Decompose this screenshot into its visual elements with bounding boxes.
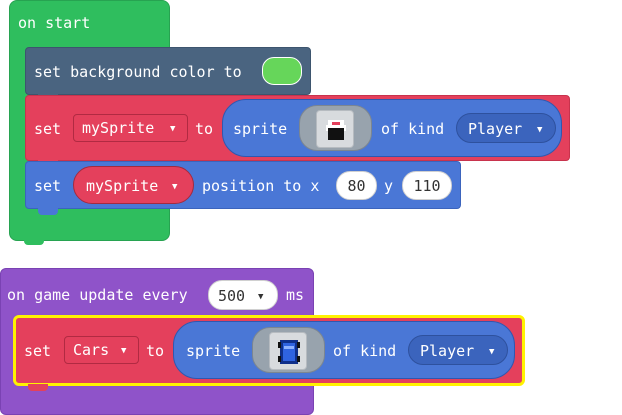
y-label: y: [384, 177, 394, 195]
car-sprite-icon: [278, 340, 300, 364]
sprite-label: sprite: [233, 120, 288, 138]
of-kind-label: of kind: [333, 342, 397, 360]
set-background-color-label: set background color to: [34, 63, 242, 81]
block-notch: [38, 208, 58, 215]
sprite-image-slot[interactable]: [299, 105, 372, 151]
player-sprite-icon: [326, 120, 346, 140]
sprite-image-slot[interactable]: [252, 327, 325, 373]
sprite-label: sprite: [186, 342, 241, 360]
on-start-label: on start: [18, 14, 91, 32]
set-label: set: [34, 177, 62, 195]
variable-dropdown[interactable]: Cars ▼: [64, 336, 139, 364]
car-sprite-icon[interactable]: [269, 332, 307, 370]
to-label: to: [195, 120, 214, 138]
interval-unit-label: ms: [286, 286, 305, 304]
background-color-swatch[interactable]: [262, 57, 302, 85]
interval-dropdown[interactable]: 500 ▼: [208, 280, 278, 310]
caret-down-icon: ▼: [258, 292, 264, 302]
player-sprite-icon[interactable]: [316, 110, 354, 148]
caret-down-icon: ▼: [172, 182, 178, 192]
to-label: to: [146, 342, 165, 360]
set-label: set: [24, 342, 52, 360]
variable-name: Cars: [73, 341, 110, 359]
on-game-update-label: on game update every: [7, 286, 188, 304]
interval-value: 500: [218, 287, 246, 305]
x-value: 80: [347, 177, 366, 195]
block-notch: [28, 384, 48, 391]
position-to-x-label: position to x: [202, 177, 320, 195]
caret-down-icon: ▼: [537, 125, 543, 135]
y-value: 110: [413, 177, 441, 195]
x-input[interactable]: 80: [336, 171, 377, 200]
variable-dropdown[interactable]: mySprite ▼: [73, 166, 194, 204]
variable-name: mySprite: [82, 119, 155, 137]
variable-dropdown[interactable]: mySprite ▼: [73, 114, 188, 142]
caret-down-icon: ▼: [170, 124, 176, 134]
kind-name: Player: [420, 342, 475, 360]
kind-name: Player: [468, 120, 523, 138]
y-input[interactable]: 110: [402, 171, 452, 200]
kind-dropdown[interactable]: Player ▼: [456, 113, 556, 143]
block-notch: [24, 238, 44, 245]
caret-down-icon: ▼: [489, 347, 495, 357]
set-label: set: [34, 120, 62, 138]
caret-down-icon: ▼: [121, 346, 127, 356]
kind-dropdown[interactable]: Player ▼: [408, 335, 508, 365]
of-kind-label: of kind: [381, 120, 445, 138]
variable-name: mySprite: [86, 177, 159, 195]
